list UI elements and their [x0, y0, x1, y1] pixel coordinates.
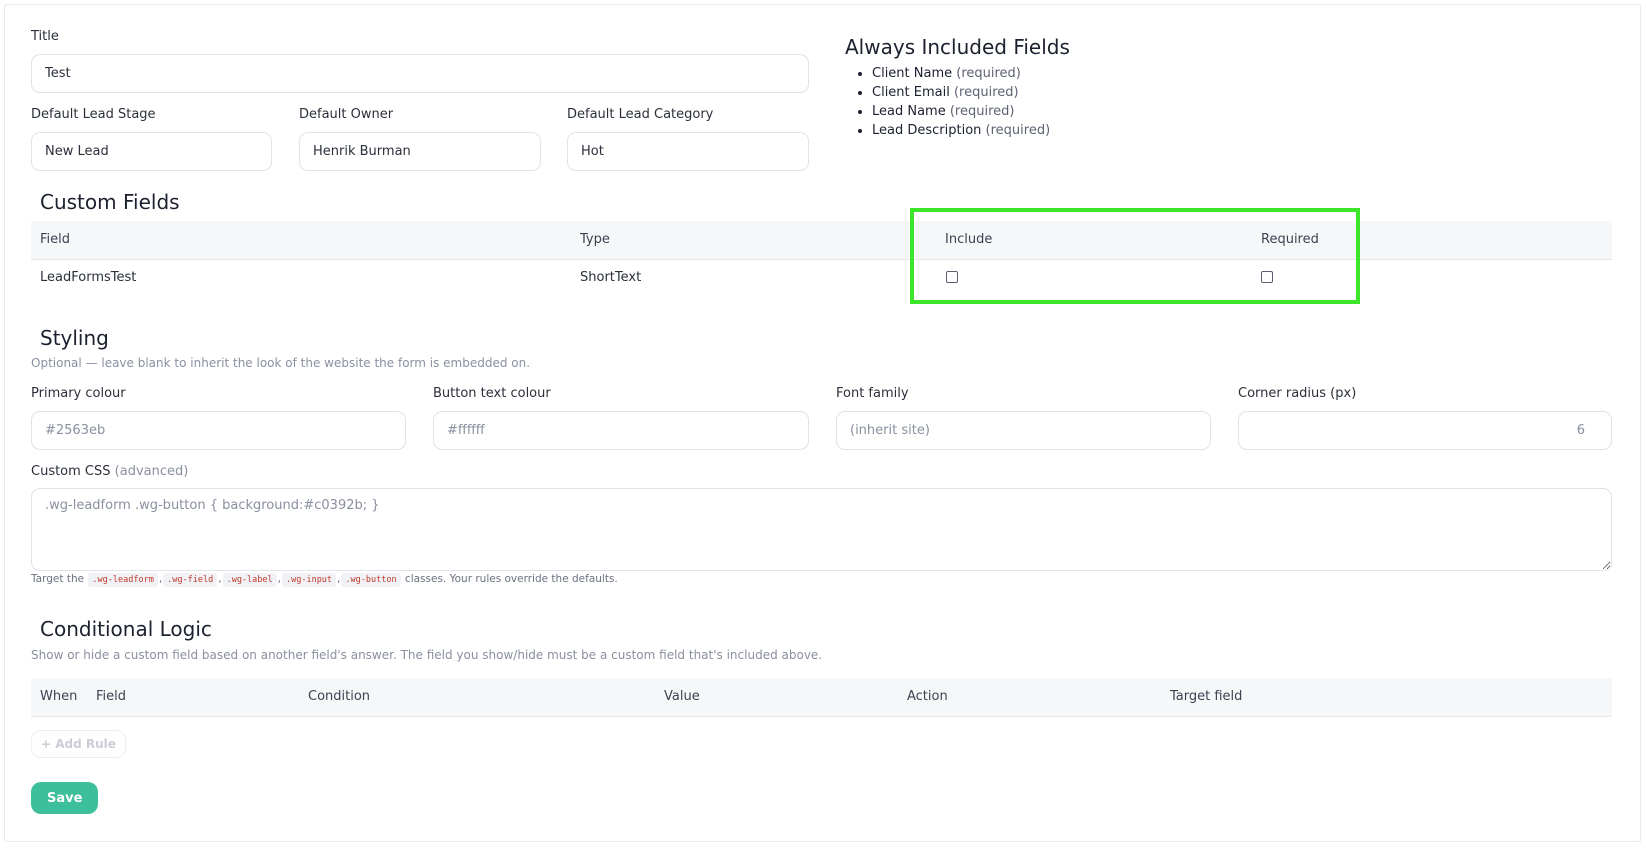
conditional-logic-subtitle: Show or hide a custom field based on ano… [31, 648, 823, 662]
column-header-required: Required [1261, 232, 1319, 247]
required-note: (required) [949, 104, 1015, 119]
css-hint-suffix: classes. Your rules override the default… [404, 573, 618, 585]
field-name: Lead Name [872, 104, 946, 119]
column-header-field: Field [40, 232, 71, 247]
field-name: Lead Description [872, 123, 982, 138]
add-rule-button[interactable]: + Add Rule [31, 730, 126, 758]
class-code: .wg-field [163, 573, 218, 587]
category-input[interactable] [567, 132, 809, 171]
column-header-target-field: Target field [1170, 689, 1243, 704]
column-header-when: When [40, 689, 78, 704]
styling-heading: Styling [40, 326, 109, 350]
custom-css-label: Custom CSS (advanced) [31, 464, 188, 479]
conditional-logic-heading: Conditional Logic [40, 617, 212, 641]
required-checkbox[interactable] [1261, 271, 1273, 283]
required-note: (required) [953, 85, 1019, 100]
column-header-include: Include [945, 232, 993, 247]
column-header-value: Value [664, 689, 700, 704]
table-row-type: ShortText [580, 270, 642, 285]
list-item: Client Email (required) [872, 83, 1050, 102]
table-row-field: LeadFormsTest [40, 270, 137, 285]
save-button[interactable]: Save [31, 782, 99, 814]
custom-css-label-note: (advanced) [114, 464, 189, 479]
primary-colour-input[interactable] [31, 411, 406, 450]
list-item: Client Name (required) [872, 64, 1050, 83]
custom-css-textarea[interactable] [31, 488, 1612, 571]
column-header-condition: Condition [308, 689, 371, 704]
custom-css-label-text: Custom CSS [31, 464, 111, 479]
class-code: .wg-button [341, 573, 401, 587]
css-hint-prefix: Target the [31, 573, 85, 585]
styling-subtitle: Optional — leave blank to inherit the lo… [31, 356, 531, 370]
required-note: (required) [956, 66, 1021, 81]
lead-stage-input[interactable] [31, 132, 272, 171]
column-header-action: Action [907, 689, 948, 704]
owner-input[interactable] [299, 132, 541, 171]
corner-radius-input[interactable] [1238, 411, 1612, 450]
class-code: .wg-input [281, 573, 337, 587]
button-text-colour-label: Button text colour [433, 386, 551, 401]
list-item: Lead Name (required) [872, 102, 1050, 121]
list-item: Lead Description (required) [872, 121, 1050, 140]
lead-stage-label: Default Lead Stage [31, 107, 156, 122]
include-checkbox[interactable] [946, 271, 958, 283]
required-note: (required) [985, 123, 1051, 138]
column-header-type: Type [580, 232, 610, 247]
primary-colour-label: Primary colour [31, 386, 126, 401]
always-included-list: Client Name (required) Client Email (req… [850, 64, 1050, 140]
conditional-table-header [31, 678, 1612, 717]
owner-label: Default Owner [299, 107, 394, 122]
category-label: Default Lead Category [567, 107, 714, 122]
corner-radius-label: Corner radius (px) [1238, 386, 1357, 401]
font-family-input[interactable] [836, 411, 1211, 450]
field-name: Client Email [872, 85, 950, 100]
css-hint: Target the .wg-leadform, .wg-field, .wg-la… [31, 573, 618, 587]
button-text-colour-input[interactable] [433, 411, 809, 450]
custom-fields-table-header [31, 221, 1612, 260]
field-name: Client Name [872, 66, 953, 81]
font-family-label: Font family [836, 386, 909, 401]
title-input[interactable] [31, 54, 809, 93]
custom-fields-heading: Custom Fields [40, 190, 180, 214]
title-label: Title [31, 29, 59, 44]
class-code: .wg-label [222, 573, 277, 587]
class-code: .wg-leadform [88, 573, 158, 587]
always-included-heading: Always Included Fields [845, 35, 1070, 59]
column-header-field: Field [96, 689, 127, 704]
